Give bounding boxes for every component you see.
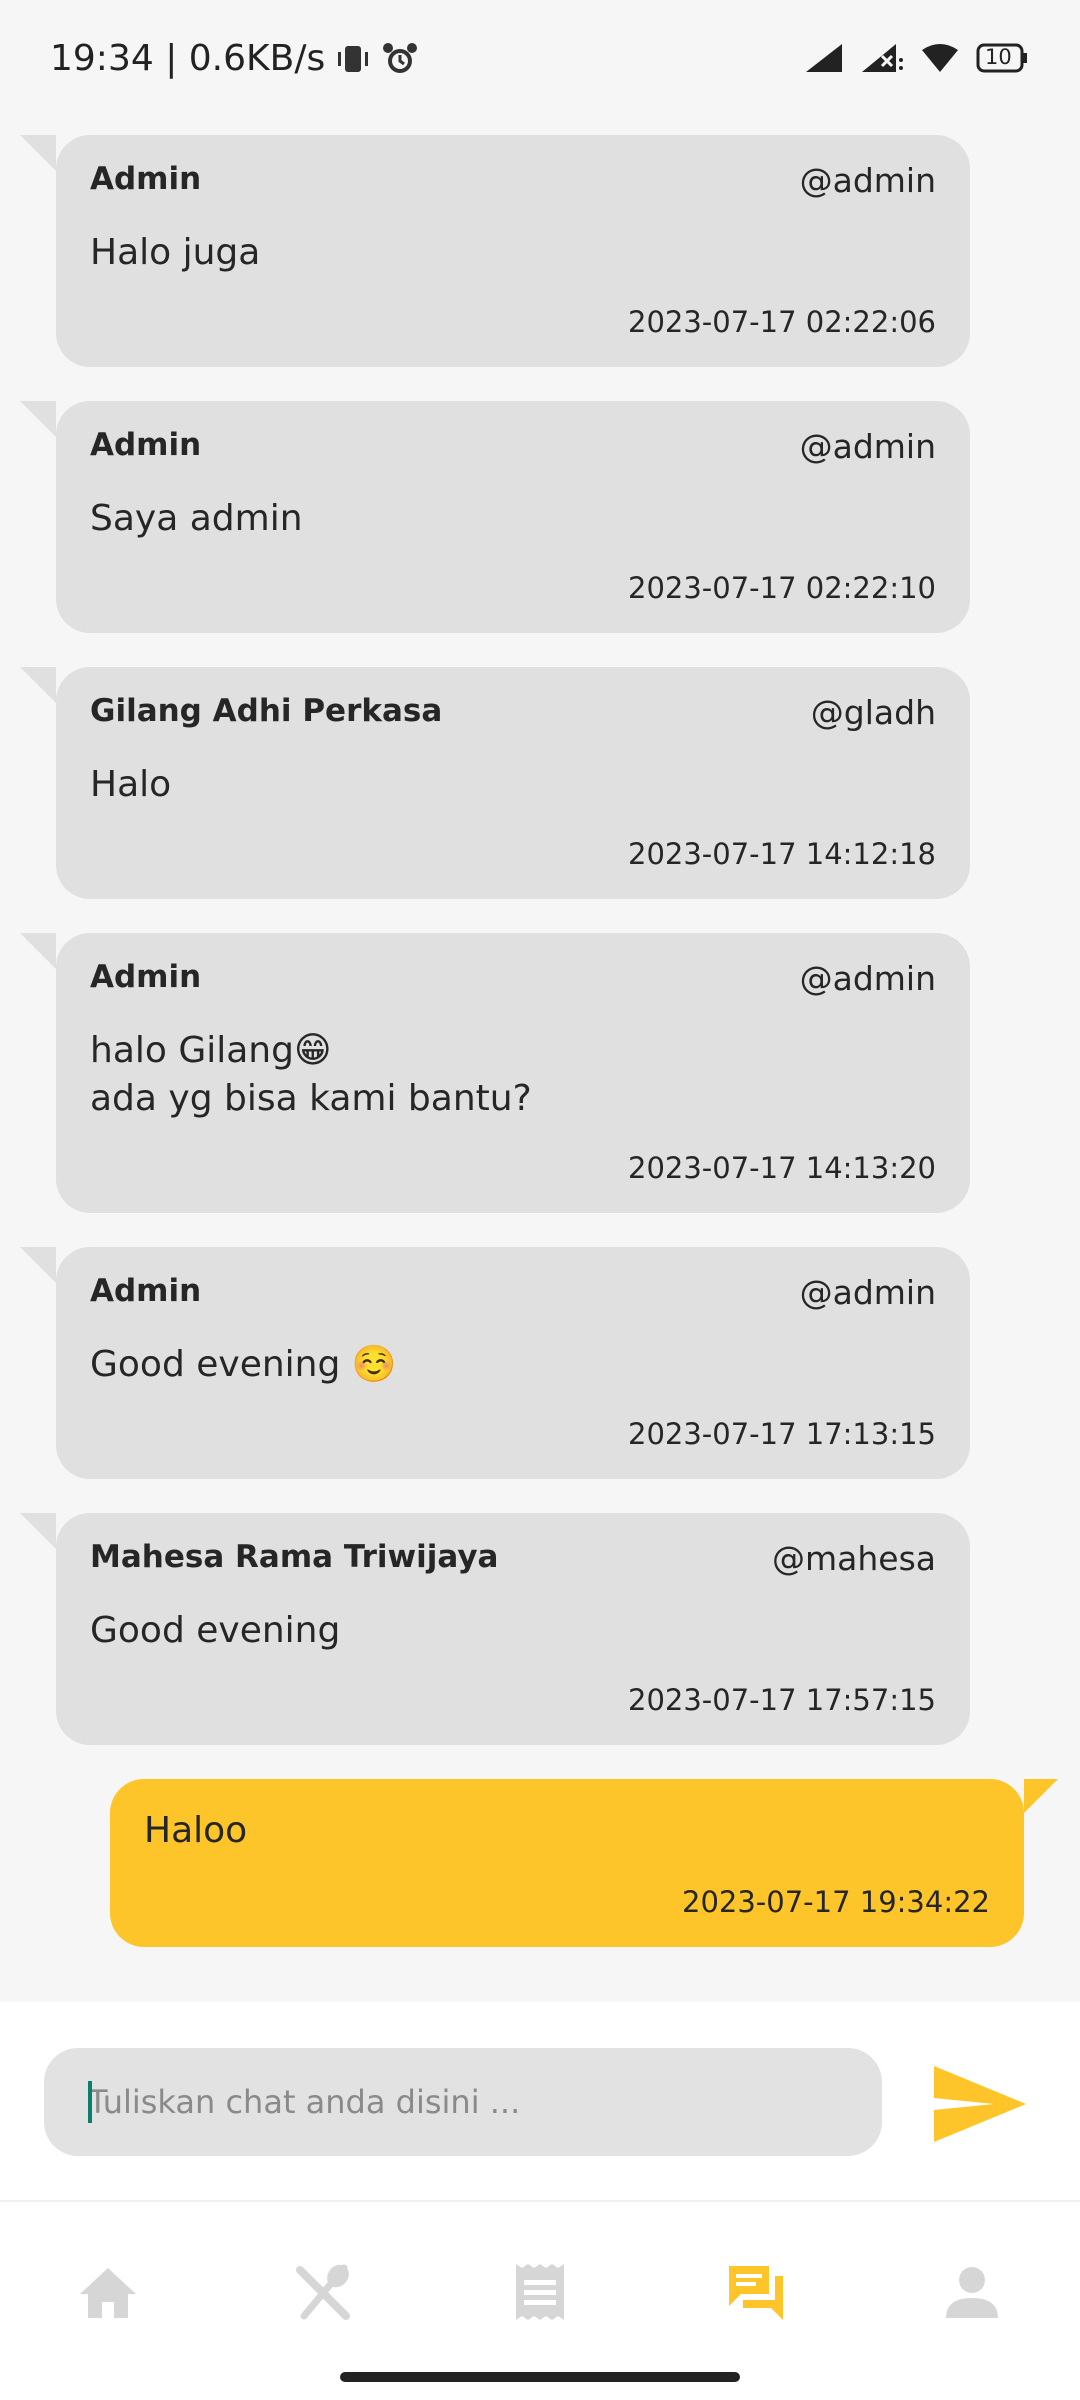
status-left: 19:34 | 0.6KB/s <box>50 38 419 79</box>
message-text: Saya admin <box>90 498 303 539</box>
message-bubble: Admin @admin Good evening ☺️ 2023-07-17 … <box>20 1247 970 1479</box>
message-handle: @admin <box>799 161 936 200</box>
nav-chat[interactable] <box>696 2252 816 2332</box>
message-sender: Admin <box>90 161 202 197</box>
bubble-tail <box>20 667 56 703</box>
send-button[interactable] <box>930 2062 1030 2146</box>
chat-input[interactable] <box>44 2048 882 2156</box>
message-bubble: Admin @admin Halo juga 2023-07-17 02:22:… <box>20 135 970 367</box>
wifi-icon <box>920 42 960 74</box>
message-handle: @admin <box>799 427 936 466</box>
message-text: halo Gilang😁 ada yg bisa kami bantu? <box>90 1030 532 1119</box>
status-right: 10 <box>804 42 1028 74</box>
message-handle: @gladh <box>810 693 936 732</box>
receipt-icon <box>516 2264 564 2320</box>
message-time: 2023-07-17 02:22:10 <box>628 571 936 605</box>
outgoing-message-bubble: Haloo 2023-07-17 19:34:22 <box>110 1779 1058 1947</box>
message-time: 2023-07-17 02:22:06 <box>628 305 936 339</box>
message-text: Haloo <box>144 1810 248 1851</box>
message-sender: Admin <box>90 1273 202 1309</box>
food-icon <box>296 2264 350 2320</box>
nav-orders[interactable] <box>480 2252 600 2332</box>
chat-composer <box>0 2002 1080 2200</box>
bubble-tail <box>20 933 56 969</box>
message-bubble: Admin @admin halo Gilang😁 ada yg bisa ka… <box>20 933 970 1213</box>
message-handle: @admin <box>799 959 936 998</box>
battery-icon: 10 <box>976 42 1028 74</box>
message-text: Halo juga <box>90 232 261 273</box>
battery-level: 10 <box>985 45 1012 69</box>
message-time: 2023-07-17 14:12:18 <box>628 837 936 871</box>
bottom-navigation <box>0 2200 1080 2400</box>
nav-profile[interactable] <box>912 2252 1032 2332</box>
nav-food[interactable] <box>264 2252 384 2332</box>
message-text: Good evening ☺️ <box>90 1344 397 1385</box>
nav-home[interactable] <box>48 2252 168 2332</box>
message-handle: @admin <box>799 1273 936 1312</box>
bubble-tail <box>20 1247 56 1283</box>
bubble-tail <box>1024 1779 1058 1813</box>
message-bubble: Mahesa Rama Triwijaya @mahesa Good eveni… <box>20 1513 970 1745</box>
message-time: 2023-07-17 17:13:15 <box>628 1417 936 1451</box>
bubble-tail <box>20 401 56 437</box>
message-bubble: Gilang Adhi Perkasa @gladh Halo 2023-07-… <box>20 667 970 899</box>
status-time-speed: 19:34 | 0.6KB/s <box>50 38 326 79</box>
message-sender: Admin <box>90 959 202 995</box>
status-bar: 19:34 | 0.6KB/s 10 <box>0 0 1080 120</box>
message-time: 2023-07-17 19:34:22 <box>682 1885 990 1919</box>
home-indicator[interactable] <box>340 2372 740 2382</box>
message-sender: Gilang Adhi Perkasa <box>90 693 443 729</box>
send-icon <box>934 2066 1026 2142</box>
home-icon <box>80 2268 136 2318</box>
message-time: 2023-07-17 14:13:20 <box>628 1151 936 1185</box>
message-time: 2023-07-17 17:57:15 <box>628 1683 936 1717</box>
chat-icon <box>729 2266 783 2320</box>
message-text: Halo <box>90 764 172 805</box>
message-bubble: Admin @admin Saya admin 2023-07-17 02:22… <box>20 401 970 633</box>
message-handle: @mahesa <box>771 1539 936 1578</box>
bubble-tail <box>20 135 56 171</box>
text-cursor <box>88 2081 92 2123</box>
profile-icon <box>946 2267 998 2318</box>
bubble-tail <box>20 1513 56 1549</box>
message-text: Good evening <box>90 1610 341 1651</box>
signal-icon <box>804 42 844 74</box>
message-sender: Admin <box>90 427 202 463</box>
message-sender: Mahesa Rama Triwijaya <box>90 1539 499 1575</box>
alarm-icon <box>381 41 419 77</box>
vibrate-icon <box>335 41 371 77</box>
signal-no-service-icon <box>860 42 904 74</box>
